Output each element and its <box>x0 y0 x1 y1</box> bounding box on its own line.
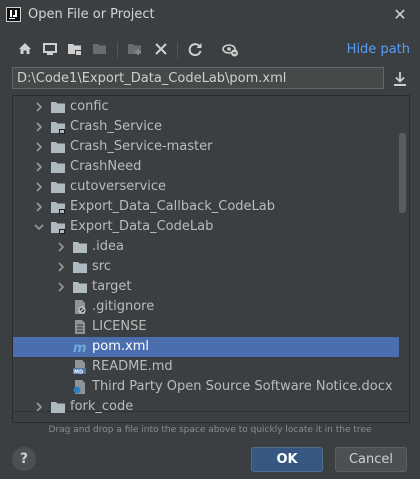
tree-row-label: .gitignore <box>92 299 155 314</box>
tree-row[interactable]: fork_code <box>13 397 399 417</box>
tree-row[interactable]: .idea <box>13 237 399 257</box>
maven-file-icon: m <box>72 340 88 356</box>
docx-file-icon <box>72 380 88 394</box>
toolbar-separator <box>117 42 118 58</box>
tree-row-label: Third Party Open Source Software Notice.… <box>92 379 393 394</box>
intellij-logo-icon <box>6 7 21 22</box>
tree-row[interactable]: target <box>13 277 399 297</box>
tree-row[interactable]: src <box>13 257 399 277</box>
svg-text:MD: MD <box>74 369 83 374</box>
module-folder-icon <box>50 220 66 234</box>
chevron-right-icon[interactable] <box>33 401 45 413</box>
title-bar: Open File or Project ✕ <box>0 0 420 30</box>
folder-icon <box>50 100 66 114</box>
toolbar-separator <box>177 42 178 58</box>
tree-row-label: target <box>92 279 132 294</box>
home-icon[interactable] <box>14 38 36 60</box>
chevron-down-icon[interactable] <box>33 221 45 233</box>
hide-path-link[interactable]: Hide path <box>347 42 410 57</box>
file-tree[interactable]: confic Crash_Service Crash_Service-master C… <box>12 95 410 423</box>
refresh-icon[interactable] <box>184 38 206 60</box>
module-folder-icon[interactable] <box>89 38 111 60</box>
tree-row[interactable]: Export_Data_CodeLab <box>13 217 399 237</box>
tree-row-label: Export_Data_CodeLab <box>70 219 214 234</box>
chevron-right-icon[interactable] <box>55 261 67 273</box>
show-hidden-icon[interactable] <box>219 38 241 60</box>
help-button[interactable]: ? <box>12 447 36 471</box>
chevron-right-icon[interactable] <box>33 201 45 213</box>
tree-row-label: Crash_Service-master <box>70 139 213 154</box>
new-folder-icon[interactable] <box>124 38 146 60</box>
text-file-icon <box>72 320 88 334</box>
tree-row-label: confic <box>70 99 109 114</box>
chevron-right-icon[interactable] <box>33 181 45 193</box>
download-icon[interactable] <box>392 70 408 88</box>
tree-row[interactable]: cutoverservice <box>13 177 399 197</box>
ok-button[interactable]: OK <box>251 447 323 472</box>
tree-row-label: CrashNeed <box>70 159 142 174</box>
tree-row[interactable]: Crash_Service <box>13 117 399 137</box>
tree-row-label: src <box>92 259 111 274</box>
folder-icon <box>50 160 66 174</box>
markdown-file-icon: MD <box>72 360 88 375</box>
desktop-icon[interactable] <box>39 38 61 60</box>
toolbar: Hide path <box>0 38 420 64</box>
delete-icon[interactable] <box>150 38 172 60</box>
tree-row[interactable]: Third Party Open Source Software Notice.… <box>13 377 399 397</box>
tree-row-label: Crash_Service <box>70 119 162 134</box>
tree-row-label: pom.xml <box>92 339 149 354</box>
tree-row[interactable]: Export_Data_Callback_CodeLab <box>13 197 399 217</box>
tree-row-label: cutoverservice <box>70 179 167 194</box>
vertical-scrollbar[interactable] <box>399 133 406 213</box>
tree-row-label: Export_Data_Callback_CodeLab <box>70 199 275 214</box>
chevron-right-icon[interactable] <box>33 121 45 133</box>
chevron-right-icon[interactable] <box>33 101 45 113</box>
folder-icon <box>72 240 88 254</box>
project-folder-icon[interactable] <box>64 38 86 60</box>
folder-icon <box>50 180 66 194</box>
module-folder-icon <box>50 200 66 214</box>
drag-drop-hint: Drag and drop a file into the space abov… <box>48 425 372 435</box>
tree-row[interactable]: MD README.md <box>13 357 399 377</box>
tree-row-label: LICENSE <box>92 319 147 334</box>
svg-text:m: m <box>73 341 87 354</box>
tree-row[interactable]: .gitignore <box>13 297 399 317</box>
path-row: D:\Code1\Export_Data_CodeLab\pom.xml <box>12 67 410 91</box>
chevron-right-icon[interactable] <box>55 281 67 293</box>
tree-row[interactable]: LICENSE <box>13 317 399 337</box>
folder-icon <box>72 260 88 274</box>
chevron-right-icon[interactable] <box>55 241 67 253</box>
tree-row-label: .idea <box>92 239 124 254</box>
module-folder-icon <box>50 120 66 134</box>
tree-row[interactable]: Crash_Service-master <box>13 137 399 157</box>
gitignore-file-icon <box>72 300 88 314</box>
tree-row[interactable]: m pom.xml <box>13 337 399 357</box>
folder-icon <box>50 140 66 154</box>
tree-row[interactable]: CrashNeed <box>13 157 399 177</box>
tree-row[interactable]: confic <box>13 97 399 117</box>
close-button[interactable]: ✕ <box>390 5 410 25</box>
chevron-right-icon[interactable] <box>33 141 45 153</box>
folder-icon <box>72 280 88 294</box>
folder-icon <box>50 400 66 414</box>
tree-row-label: README.md <box>92 359 173 374</box>
path-input[interactable]: D:\Code1\Export_Data_CodeLab\pom.xml <box>12 67 384 89</box>
window-title: Open File or Project <box>28 7 155 22</box>
tree-row-label: fork_code <box>70 399 134 414</box>
chevron-right-icon[interactable] <box>33 161 45 173</box>
cancel-button[interactable]: Cancel <box>335 447 407 472</box>
